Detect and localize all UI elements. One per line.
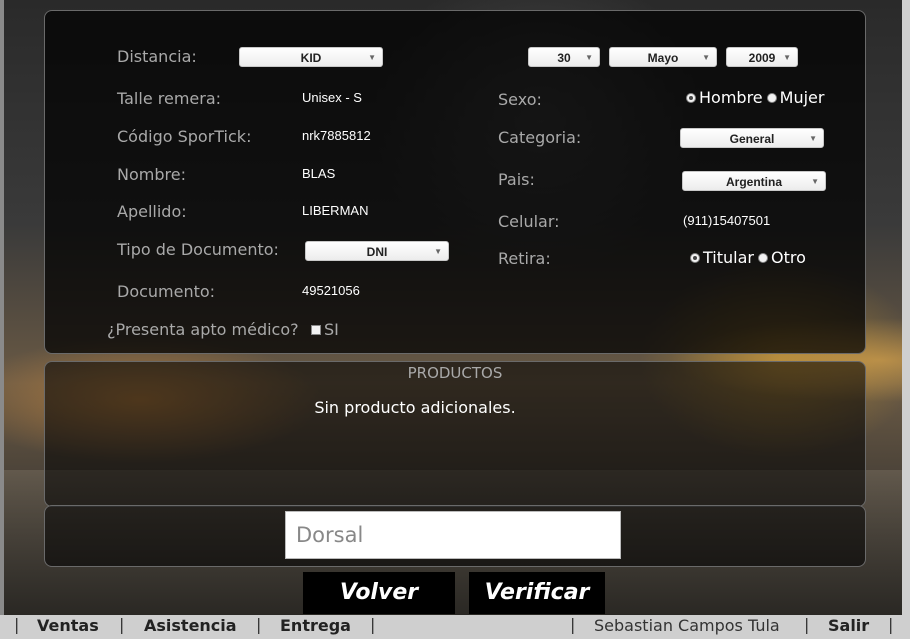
- footer-separator: |: [570, 615, 576, 634]
- year-select[interactable]: 2009 ▼: [726, 47, 798, 67]
- retira-option-otro: Otro: [770, 248, 806, 267]
- retira-radio-otro[interactable]: [757, 252, 768, 263]
- dorsal-input[interactable]: [285, 511, 621, 559]
- nav-ventas[interactable]: Ventas: [37, 616, 99, 635]
- footer-separator: |: [888, 615, 894, 634]
- tipo-doc-select[interactable]: DNI ▼: [305, 241, 449, 261]
- categoria-value: General: [729, 132, 775, 146]
- nav-asistencia[interactable]: Asistencia: [144, 616, 237, 635]
- day-value: 30: [557, 51, 571, 65]
- month-value: Mayo: [647, 51, 679, 65]
- productos-panel: PRODUCTOS Sin producto adicionales.: [44, 361, 866, 507]
- chevron-down-icon: ▼: [811, 177, 819, 186]
- distancia-select[interactable]: KID ▼: [239, 47, 383, 67]
- distancia-value: KID: [300, 51, 322, 65]
- retira-option-titular: Titular: [703, 248, 754, 267]
- apellido-value: LIBERMAN: [302, 203, 369, 218]
- categoria-label: Categoria:: [498, 128, 582, 147]
- sexo-radio-hombre[interactable]: [686, 92, 696, 103]
- footer-separator: |: [804, 615, 810, 634]
- footer-nav: | Ventas | Asistencia | Entrega | | Seba…: [0, 615, 910, 639]
- day-select[interactable]: 30 ▼: [528, 47, 600, 67]
- footer-separator: |: [119, 615, 125, 634]
- footer-separator: |: [370, 615, 376, 634]
- sexo-option-hombre: Hombre: [699, 88, 763, 107]
- verificar-button[interactable]: Verificar: [469, 572, 605, 614]
- apto-option-label: SI: [324, 320, 339, 339]
- pais-select[interactable]: Argentina ▼: [682, 171, 826, 191]
- apto-checkbox[interactable]: [311, 324, 321, 335]
- user-name: Sebastian Campos Tula: [594, 616, 780, 635]
- salir-link[interactable]: Salir: [828, 616, 869, 635]
- chevron-down-icon: ▼: [585, 53, 593, 62]
- codigo-value: nrk7885812: [302, 128, 371, 143]
- year-value: 2009: [748, 51, 776, 65]
- nombre-label: Nombre:: [117, 165, 186, 184]
- retira-radio-group: Titular Otro: [690, 248, 806, 267]
- retira-label: Retira:: [498, 249, 551, 268]
- retira-radio-titular[interactable]: [690, 252, 700, 263]
- celular-value: (911)15407501: [683, 213, 771, 228]
- sexo-radio-group: Hombre Mujer: [686, 88, 824, 107]
- pais-value: Argentina: [725, 175, 782, 189]
- frame-right: [902, 0, 910, 639]
- codigo-label: Código SporTick:: [117, 127, 252, 146]
- sexo-radio-mujer[interactable]: [766, 92, 777, 103]
- productos-message: Sin producto adicionales.: [314, 398, 516, 417]
- distancia-label: Distancia:: [117, 47, 197, 66]
- documento-label: Documento:: [117, 282, 216, 301]
- talle-label: Talle remera:: [117, 89, 222, 108]
- celular-label: Celular:: [498, 212, 560, 231]
- apto-label: ¿Presenta apto médico?: [107, 320, 299, 339]
- chevron-down-icon: ▼: [368, 53, 376, 62]
- chevron-down-icon: ▼: [702, 53, 710, 62]
- frame-left: [0, 0, 4, 639]
- chevron-down-icon: ▼: [783, 53, 791, 62]
- categoria-select[interactable]: General ▼: [680, 128, 824, 148]
- sexo-option-mujer: Mujer: [779, 88, 825, 107]
- sexo-label: Sexo:: [498, 90, 542, 109]
- chevron-down-icon: ▼: [434, 247, 442, 256]
- productos-title: PRODUCTOS: [407, 364, 503, 382]
- nombre-value: BLAS: [302, 166, 336, 181]
- documento-value: 49521056: [302, 283, 360, 298]
- nav-entrega[interactable]: Entrega: [280, 616, 351, 635]
- volver-button[interactable]: Volver: [303, 572, 455, 614]
- apellido-label: Apellido:: [117, 202, 187, 221]
- talle-value: Unisex - S: [302, 90, 362, 105]
- chevron-down-icon: ▼: [809, 134, 817, 143]
- tipo-doc-value: DNI: [366, 245, 388, 259]
- footer-separator: |: [256, 615, 262, 634]
- pais-label: Pais:: [498, 170, 535, 189]
- footer-separator: |: [14, 615, 20, 634]
- tipo-doc-label: Tipo de Documento:: [117, 240, 279, 259]
- apto-checkbox-group[interactable]: SI: [311, 320, 339, 339]
- month-select[interactable]: Mayo ▼: [609, 47, 717, 67]
